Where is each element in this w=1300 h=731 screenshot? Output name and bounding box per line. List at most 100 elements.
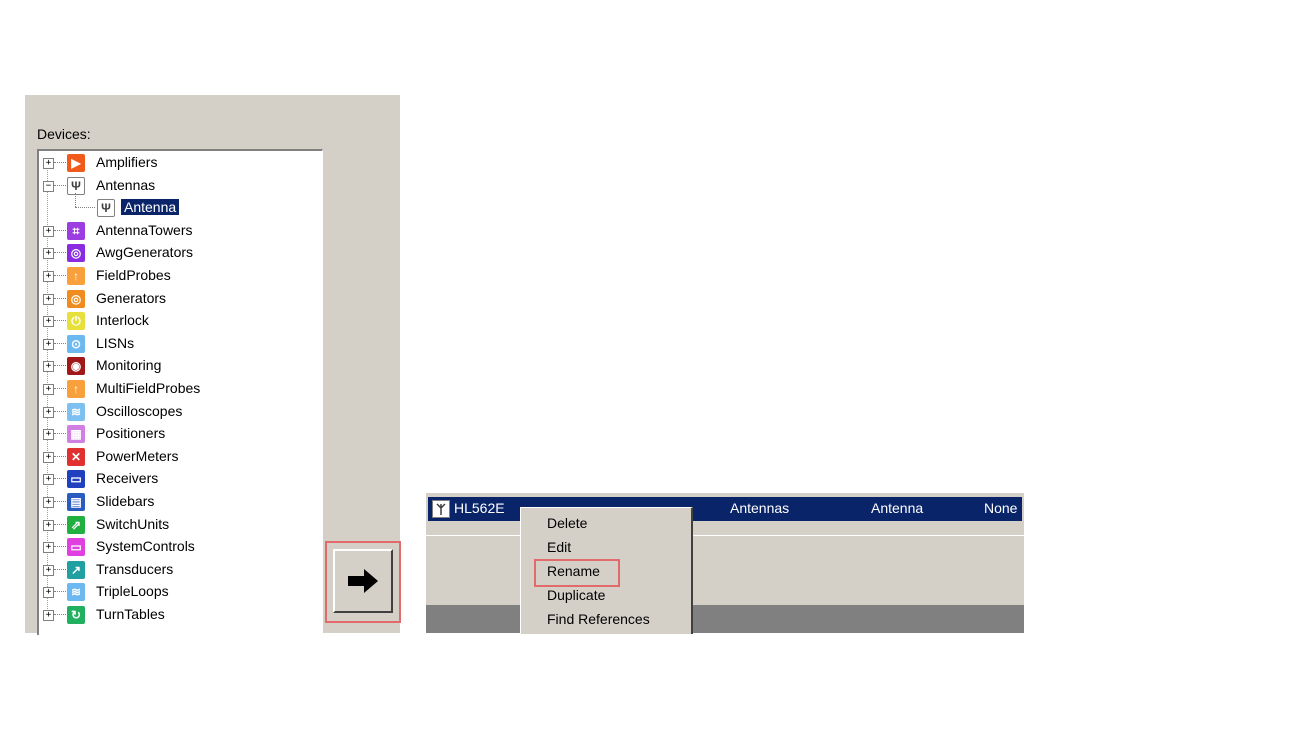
antenna-icon: Ψ	[97, 199, 115, 218]
expand-icon[interactable]: +	[43, 610, 54, 621]
tree-connector	[54, 162, 66, 163]
tree-item-label: Generators	[96, 289, 167, 306]
tree-item-label: AntennaTowers	[96, 221, 193, 238]
menu-item-duplicate[interactable]: Duplicate	[547, 587, 605, 603]
list-row-selected[interactable]: HL562E Antennas Antenna None	[428, 497, 1022, 521]
expand-icon[interactable]: +	[43, 587, 54, 599]
tree-connector	[54, 501, 66, 502]
menu-item-find-references[interactable]: Find References	[547, 611, 650, 627]
tree-connector	[54, 229, 66, 231]
expand-icon[interactable]: +	[43, 316, 54, 328]
tree-item[interactable]: + ▦ Positioners	[39, 423, 319, 445]
tree-connector	[54, 614, 66, 615]
expand-icon[interactable]: +	[43, 271, 54, 282]
expand-icon[interactable]: +	[43, 497, 54, 508]
tree-item-child[interactable]: Ψ Antenna	[39, 193, 319, 219]
tree-connector	[54, 546, 66, 548]
switch-unit-icon: ⇗	[67, 515, 85, 534]
tree-item[interactable]: + ◎ Generators	[39, 288, 319, 310]
tree-item-label: AwgGenerators	[96, 244, 194, 261]
tree-connector	[54, 433, 66, 435]
slidebar-icon: ▤	[67, 493, 85, 511]
tree-connector	[54, 365, 66, 367]
expand-icon[interactable]: +	[43, 451, 54, 463]
multi-field-probe-icon: ↑	[67, 380, 85, 398]
tree-item[interactable]: + ↑ FieldProbes	[39, 265, 319, 287]
tree-item-label: Transducers	[96, 560, 174, 577]
tree-item[interactable]: + ▭ SystemControls	[39, 536, 319, 558]
expand-icon[interactable]: +	[43, 406, 54, 418]
tree-item[interactable]: + ↑ MultiFieldProbes	[39, 378, 319, 400]
tree-connector	[54, 184, 66, 186]
expand-icon[interactable]: +	[43, 519, 54, 531]
tree-connector	[54, 275, 66, 276]
tree-item-label: Oscilloscopes	[96, 402, 183, 419]
tree-item-label: FieldProbes	[96, 267, 171, 283]
expand-icon[interactable]: +	[43, 542, 54, 554]
receiver-icon: ▭	[67, 470, 85, 489]
tree-item-label: Antenna	[119, 198, 181, 217]
tree-item[interactable]: + ✕ PowerMeters	[39, 446, 319, 468]
tree-item[interactable]: + ▤ Slidebars	[39, 491, 319, 513]
transducer-icon: ↗	[67, 560, 85, 579]
list-empty-area	[426, 535, 1024, 606]
expand-icon[interactable]: +	[43, 564, 54, 576]
expand-icon[interactable]: +	[43, 293, 54, 305]
list-bottom-bar	[426, 605, 1024, 633]
tree-item-label: MultiFieldProbes	[96, 380, 201, 396]
tree-item[interactable]: + ▭ Receivers	[39, 468, 319, 490]
expand-icon[interactable]: +	[43, 361, 54, 373]
expand-icon[interactable]: +	[43, 248, 54, 260]
expand-icon[interactable]: +	[43, 474, 54, 486]
menu-item-rename[interactable]: Rename	[547, 563, 600, 579]
expand-icon[interactable]: +	[43, 429, 54, 441]
tree-item[interactable]: + ⏻ Interlock	[39, 310, 319, 332]
tree-item-label: Antennas	[96, 176, 156, 193]
antenna-tower-icon: ⌗	[67, 221, 85, 240]
tree-item[interactable]: + ≋ Oscilloscopes	[39, 401, 319, 423]
tree-connector	[54, 523, 66, 525]
menu-item-edit[interactable]: Edit	[547, 539, 571, 555]
tree-connector	[54, 320, 66, 322]
tree-item[interactable]: + ≋ TripleLoops	[39, 581, 319, 603]
devices-tree[interactable]: + ▶ Amplifiers − Ψ Antennas Ψ Antenna + ⌗ AntennaT…	[37, 149, 323, 635]
triple-loop-icon: ≋	[67, 583, 85, 602]
expand-icon[interactable]: +	[43, 158, 54, 169]
tree-item[interactable]: + ⌗ AntennaTowers	[39, 220, 319, 242]
antenna-icon: Ψ	[67, 176, 85, 195]
antenna-icon	[432, 500, 450, 518]
generator-icon: ◎	[67, 289, 85, 308]
tree-item[interactable]: + ↻ TurnTables	[39, 604, 319, 626]
tree-item[interactable]: + ◉ Monitoring	[39, 355, 319, 377]
system-control-icon: ▭	[67, 538, 85, 557]
interlock-icon: ⏻	[67, 312, 85, 331]
collapse-icon[interactable]: −	[43, 180, 54, 192]
device-list: HL562E Antennas Antenna None	[426, 493, 1024, 633]
tree-item[interactable]: − Ψ Antennas	[39, 175, 319, 197]
menu-item-delete[interactable]: Delete	[547, 515, 587, 531]
tree-item-label: SystemControls	[96, 538, 195, 555]
tree-connector	[54, 388, 66, 389]
tree-connector	[54, 410, 66, 412]
monitoring-icon: ◉	[67, 357, 85, 376]
oscilloscope-icon: ≋	[67, 402, 85, 421]
tree-item[interactable]: + ⇗ SwitchUnits	[39, 514, 319, 536]
row-category: Antennas	[730, 500, 790, 516]
devices-label: Devices:	[37, 126, 91, 142]
amplifier-icon: ▶	[67, 154, 85, 172]
tree-item[interactable]: + ⊙ LISNs	[39, 333, 319, 355]
tree-item[interactable]: + ↗ Transducers	[39, 559, 319, 581]
add-arrow-button[interactable]	[333, 549, 393, 613]
expand-icon[interactable]: +	[43, 225, 54, 237]
lisn-icon: ⊙	[67, 334, 85, 353]
expand-icon[interactable]: +	[43, 338, 54, 350]
context-menu: Delete Edit Rename Duplicate Find Refere…	[520, 507, 693, 634]
arrow-button-highlight	[325, 541, 401, 623]
tree-item[interactable]: + ◎ AwgGenerators	[39, 242, 319, 264]
tree-connector	[54, 478, 66, 480]
awg-generator-icon: ◎	[67, 244, 85, 263]
tree-item-label: Slidebars	[96, 493, 155, 509]
tree-connector	[75, 193, 76, 208]
expand-icon[interactable]: +	[43, 384, 54, 395]
tree-item[interactable]: + ▶ Amplifiers	[39, 152, 319, 174]
